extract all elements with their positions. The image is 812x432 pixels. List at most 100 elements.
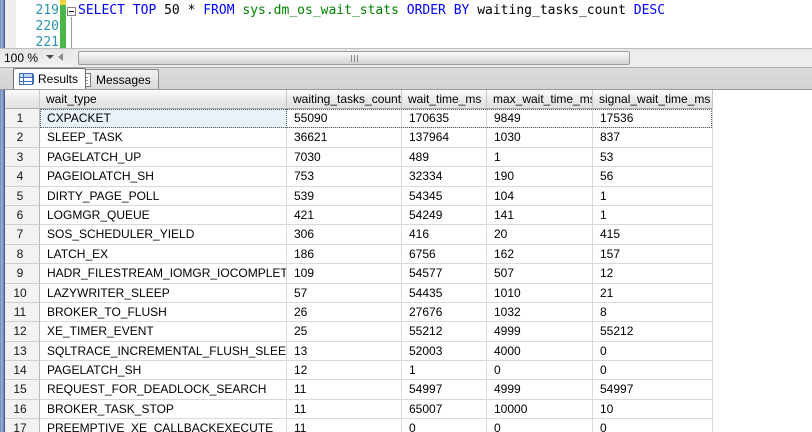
- cell-signal-wait-time-ms[interactable]: 56: [593, 167, 713, 186]
- cell-wait-time-ms[interactable]: 1: [402, 361, 487, 380]
- cell-waiting-tasks-count[interactable]: 109: [287, 264, 402, 283]
- cell-wait-time-ms[interactable]: 489: [402, 148, 487, 167]
- tab-messages[interactable]: Messages: [74, 69, 159, 89]
- table-row[interactable]: 13 SQLTRACE_INCREMENTAL_FLUSH_SLEEP 13 5…: [5, 342, 712, 361]
- table-row[interactable]: 8 LATCH_EX 186 6756 162 157: [5, 245, 712, 264]
- cell-wait-type[interactable]: HADR_FILESTREAM_IOMGR_IOCOMPLETION: [40, 264, 287, 283]
- cell-signal-wait-time-ms[interactable]: 21: [593, 284, 713, 303]
- cell-wait-time-ms[interactable]: 137964: [402, 128, 487, 147]
- cell-wait-type[interactable]: LAZYWRITER_SLEEP: [40, 284, 287, 303]
- cell-max-wait-time-ms[interactable]: 190: [487, 167, 593, 186]
- cell-waiting-tasks-count[interactable]: 186: [287, 245, 402, 264]
- cell-max-wait-time-ms[interactable]: 9849: [487, 109, 593, 128]
- scroll-left-arrow-icon[interactable]: [58, 53, 63, 61]
- row-header[interactable]: 7: [5, 225, 40, 244]
- cell-max-wait-time-ms[interactable]: 507: [487, 264, 593, 283]
- cell-waiting-tasks-count[interactable]: 11: [287, 380, 402, 399]
- cell-wait-type[interactable]: SQLTRACE_INCREMENTAL_FLUSH_SLEEP: [40, 342, 287, 361]
- table-row[interactable]: 16 BROKER_TASK_STOP 11 65007 10000 10: [5, 400, 712, 419]
- cell-signal-wait-time-ms[interactable]: 55212: [593, 322, 713, 341]
- table-row[interactable]: 9 HADR_FILESTREAM_IOMGR_IOCOMPLETION 109…: [5, 264, 712, 283]
- column-header-waiting-tasks-count[interactable]: waiting_tasks_count: [287, 90, 402, 109]
- cell-wait-time-ms[interactable]: 416: [402, 225, 487, 244]
- cell-signal-wait-time-ms[interactable]: 0: [593, 361, 713, 380]
- cell-wait-type[interactable]: LOGMGR_QUEUE: [40, 206, 287, 225]
- table-row[interactable]: 11 BROKER_TO_FLUSH 26 27676 1032 8: [5, 303, 712, 322]
- cell-wait-time-ms[interactable]: 52003: [402, 342, 487, 361]
- cell-max-wait-time-ms[interactable]: 1: [487, 148, 593, 167]
- cell-wait-time-ms[interactable]: 54435: [402, 284, 487, 303]
- zoom-level-dropdown[interactable]: 100 %: [4, 51, 38, 66]
- cell-wait-type[interactable]: PREEMPTIVE_XE_CALLBACKEXECUTE: [40, 419, 287, 432]
- row-header[interactable]: 8: [5, 245, 40, 264]
- cell-wait-type[interactable]: XE_TIMER_EVENT: [40, 322, 287, 341]
- cell-waiting-tasks-count[interactable]: 26: [287, 303, 402, 322]
- cell-max-wait-time-ms[interactable]: 4000: [487, 342, 593, 361]
- grid-corner-cell[interactable]: [5, 90, 40, 109]
- table-row[interactable]: 14 PAGELATCH_SH 12 1 0 0: [5, 361, 712, 380]
- cell-signal-wait-time-ms[interactable]: 415: [593, 225, 713, 244]
- cell-waiting-tasks-count[interactable]: 539: [287, 187, 402, 206]
- cell-signal-wait-time-ms[interactable]: 157: [593, 245, 713, 264]
- cell-wait-time-ms[interactable]: 6756: [402, 245, 487, 264]
- column-header-wait-time-ms[interactable]: wait_time_ms: [402, 90, 487, 109]
- cell-signal-wait-time-ms[interactable]: 17536: [593, 109, 713, 128]
- cell-wait-type[interactable]: SOS_SCHEDULER_YIELD: [40, 225, 287, 244]
- code-fold-collapse-icon[interactable]: [67, 7, 76, 16]
- cell-waiting-tasks-count[interactable]: 11: [287, 419, 402, 432]
- cell-wait-type[interactable]: PAGELATCH_SH: [40, 361, 287, 380]
- row-header[interactable]: 1: [5, 109, 40, 128]
- cell-signal-wait-time-ms[interactable]: 53: [593, 148, 713, 167]
- table-row[interactable]: 17 PREEMPTIVE_XE_CALLBACKEXECUTE 11 0 0 …: [5, 419, 712, 432]
- table-row[interactable]: 15 REQUEST_FOR_DEADLOCK_SEARCH 11 54997 …: [5, 380, 712, 399]
- table-row[interactable]: 4 PAGEIOLATCH_SH 753 32334 190 56: [5, 167, 712, 186]
- cell-waiting-tasks-count[interactable]: 12: [287, 361, 402, 380]
- horizontal-scrollbar-thumb[interactable]: [78, 51, 630, 65]
- row-header[interactable]: 4: [5, 167, 40, 186]
- row-header[interactable]: 5: [5, 187, 40, 206]
- cell-waiting-tasks-count[interactable]: 753: [287, 167, 402, 186]
- cell-signal-wait-time-ms[interactable]: 12: [593, 264, 713, 283]
- cell-max-wait-time-ms[interactable]: 1030: [487, 128, 593, 147]
- cell-max-wait-time-ms[interactable]: 0: [487, 361, 593, 380]
- cell-wait-time-ms[interactable]: 55212: [402, 322, 487, 341]
- cell-wait-time-ms[interactable]: 27676: [402, 303, 487, 322]
- cell-waiting-tasks-count[interactable]: 11: [287, 400, 402, 419]
- cell-wait-type[interactable]: LATCH_EX: [40, 245, 287, 264]
- row-header[interactable]: 9: [5, 264, 40, 283]
- tab-results[interactable]: Results: [13, 68, 86, 89]
- row-header[interactable]: 10: [5, 284, 40, 303]
- cell-wait-type[interactable]: SLEEP_TASK: [40, 128, 287, 147]
- cell-wait-type[interactable]: REQUEST_FOR_DEADLOCK_SEARCH: [40, 380, 287, 399]
- table-row[interactable]: 5 DIRTY_PAGE_POLL 539 54345 104 1: [5, 187, 712, 206]
- row-header[interactable]: 15: [5, 380, 40, 399]
- cell-wait-time-ms[interactable]: 54249: [402, 206, 487, 225]
- row-header[interactable]: 2: [5, 128, 40, 147]
- cell-signal-wait-time-ms[interactable]: 837: [593, 128, 713, 147]
- cell-wait-type[interactable]: PAGEIOLATCH_SH: [40, 167, 287, 186]
- row-header[interactable]: 14: [5, 361, 40, 380]
- cell-signal-wait-time-ms[interactable]: 1: [593, 206, 713, 225]
- cell-wait-time-ms[interactable]: 54997: [402, 380, 487, 399]
- results-grid[interactable]: wait_type waiting_tasks_count wait_time_…: [5, 90, 713, 432]
- column-header-max-wait-time-ms[interactable]: max_wait_time_ms: [487, 90, 593, 109]
- cell-max-wait-time-ms[interactable]: 1032: [487, 303, 593, 322]
- table-row[interactable]: 3 PAGELATCH_UP 7030 489 1 53: [5, 148, 712, 167]
- column-header-wait-type[interactable]: wait_type: [40, 90, 287, 109]
- cell-waiting-tasks-count[interactable]: 7030: [287, 148, 402, 167]
- cell-signal-wait-time-ms[interactable]: 0: [593, 419, 713, 432]
- horizontal-scrollbar-track[interactable]: [74, 50, 812, 67]
- table-row[interactable]: 1 CXPACKET 55090 170635 9849 17536: [5, 109, 712, 128]
- table-row[interactable]: 7 SOS_SCHEDULER_YIELD 306 416 20 415: [5, 225, 712, 244]
- cell-wait-type[interactable]: DIRTY_PAGE_POLL: [40, 187, 287, 206]
- cell-waiting-tasks-count[interactable]: 55090: [287, 109, 402, 128]
- cell-waiting-tasks-count[interactable]: 306: [287, 225, 402, 244]
- cell-waiting-tasks-count[interactable]: 13: [287, 342, 402, 361]
- table-row[interactable]: 10 LAZYWRITER_SLEEP 57 54435 1010 21: [5, 284, 712, 303]
- cell-max-wait-time-ms[interactable]: 10000: [487, 400, 593, 419]
- cell-wait-time-ms[interactable]: 0: [402, 419, 487, 432]
- table-row[interactable]: 6 LOGMGR_QUEUE 421 54249 141 1: [5, 206, 712, 225]
- cell-wait-time-ms[interactable]: 65007: [402, 400, 487, 419]
- cell-max-wait-time-ms[interactable]: 4999: [487, 380, 593, 399]
- cell-signal-wait-time-ms[interactable]: 54997: [593, 380, 713, 399]
